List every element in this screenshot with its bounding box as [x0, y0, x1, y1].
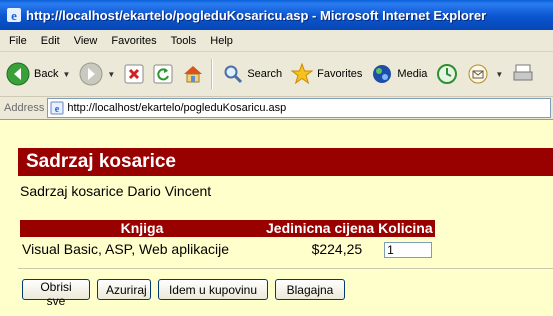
history-icon	[437, 64, 458, 84]
menu-edit[interactable]: Edit	[34, 35, 67, 47]
window-title: http://localhost/ekartelo/pogleduKosaric…	[26, 7, 487, 23]
back-button[interactable]: Back ▼	[3, 57, 73, 91]
refresh-icon	[153, 64, 173, 84]
page-content: Sadrzaj kosarice Sadrzaj kosarice Dario …	[0, 120, 553, 316]
header-price: Jedinicna cijena	[264, 220, 377, 237]
quantity-cell	[376, 237, 434, 261]
update-button[interactable]: Azuriraj	[97, 279, 151, 300]
mail-dropdown-icon[interactable]: ▼	[495, 70, 503, 79]
title-bar: e http://localhost/ekartelo/pogleduKosar…	[0, 0, 553, 30]
header-book: Knjiga	[20, 220, 264, 237]
ie-icon: e	[7, 8, 21, 23]
menu-bar: File Edit View Favorites Tools Help	[0, 30, 553, 52]
menu-tools[interactable]: Tools	[164, 35, 204, 47]
search-label: Search	[247, 68, 283, 80]
address-bar: Address e http://localhost/ekartelo/pogl…	[0, 97, 553, 120]
svg-text:e: e	[11, 8, 17, 23]
checkout-button[interactable]: Blagajna	[275, 279, 345, 300]
stop-icon	[124, 64, 144, 84]
quantity-input[interactable]	[384, 241, 433, 258]
address-field[interactable]: e http://localhost/ekartelo/pogleduKosar…	[47, 98, 551, 118]
menu-file[interactable]: File	[0, 35, 34, 47]
search-button[interactable]: Search	[220, 57, 285, 91]
continue-shopping-button[interactable]: Idem u kupovinu	[158, 279, 268, 300]
price-cell: $224,25	[311, 241, 363, 257]
header-quantity: Kolicina	[376, 220, 435, 237]
stop-button[interactable]	[121, 57, 147, 91]
address-url: http://localhost/ekartelo/pogleduKosaric…	[67, 102, 287, 114]
media-label: Media	[397, 68, 428, 80]
back-label: Back	[34, 68, 59, 80]
menu-favorites[interactable]: Favorites	[104, 35, 163, 47]
toolbar: Back ▼ ▼ Search Favorites Media ▼	[0, 52, 553, 97]
mail-icon	[468, 64, 488, 84]
menu-help[interactable]: Help	[203, 35, 240, 47]
favorites-button[interactable]: Favorites	[288, 57, 365, 91]
cart-table: Knjiga Jedinicna cijena Kolicina Visual …	[20, 220, 435, 261]
media-button[interactable]: Media	[368, 57, 430, 91]
forward-dropdown-icon[interactable]: ▼	[107, 70, 115, 79]
cart-owner-text: Sadrzaj kosarice Dario Vincent	[20, 183, 212, 199]
search-icon	[224, 65, 243, 84]
svg-text:e: e	[55, 104, 60, 115]
menu-view[interactable]: View	[67, 35, 105, 47]
address-label: Address	[4, 102, 45, 114]
table-row: Visual Basic, ASP, Web aplikacije $224,2…	[20, 237, 435, 261]
refresh-button[interactable]	[150, 57, 176, 91]
print-icon	[513, 64, 533, 81]
divider	[18, 268, 553, 270]
book-title-cell: Visual Basic, ASP, Web aplikacije	[22, 241, 230, 257]
media-icon	[373, 65, 392, 83]
toolbar-separator	[211, 59, 214, 89]
home-icon	[184, 66, 203, 83]
page-heading: Sadrzaj kosarice	[18, 148, 553, 176]
page-icon: e	[50, 101, 64, 115]
cart-actions: Obrisi sve Azuriraj Idem u kupovinu Blag…	[22, 279, 352, 308]
history-button[interactable]	[433, 57, 461, 91]
print-button[interactable]	[509, 57, 537, 91]
home-button[interactable]	[179, 57, 207, 91]
cart-header-row: Knjiga Jedinicna cijena Kolicina	[20, 220, 435, 237]
forward-arrow-icon	[79, 62, 103, 86]
forward-button[interactable]: ▼	[76, 57, 118, 91]
back-dropdown-icon[interactable]: ▼	[62, 70, 70, 79]
favorites-star-icon	[291, 63, 314, 85]
mail-button[interactable]: ▼	[464, 57, 506, 91]
favorites-label: Favorites	[317, 68, 363, 80]
back-arrow-icon	[6, 62, 30, 86]
clear-all-button[interactable]: Obrisi sve	[22, 279, 90, 308]
